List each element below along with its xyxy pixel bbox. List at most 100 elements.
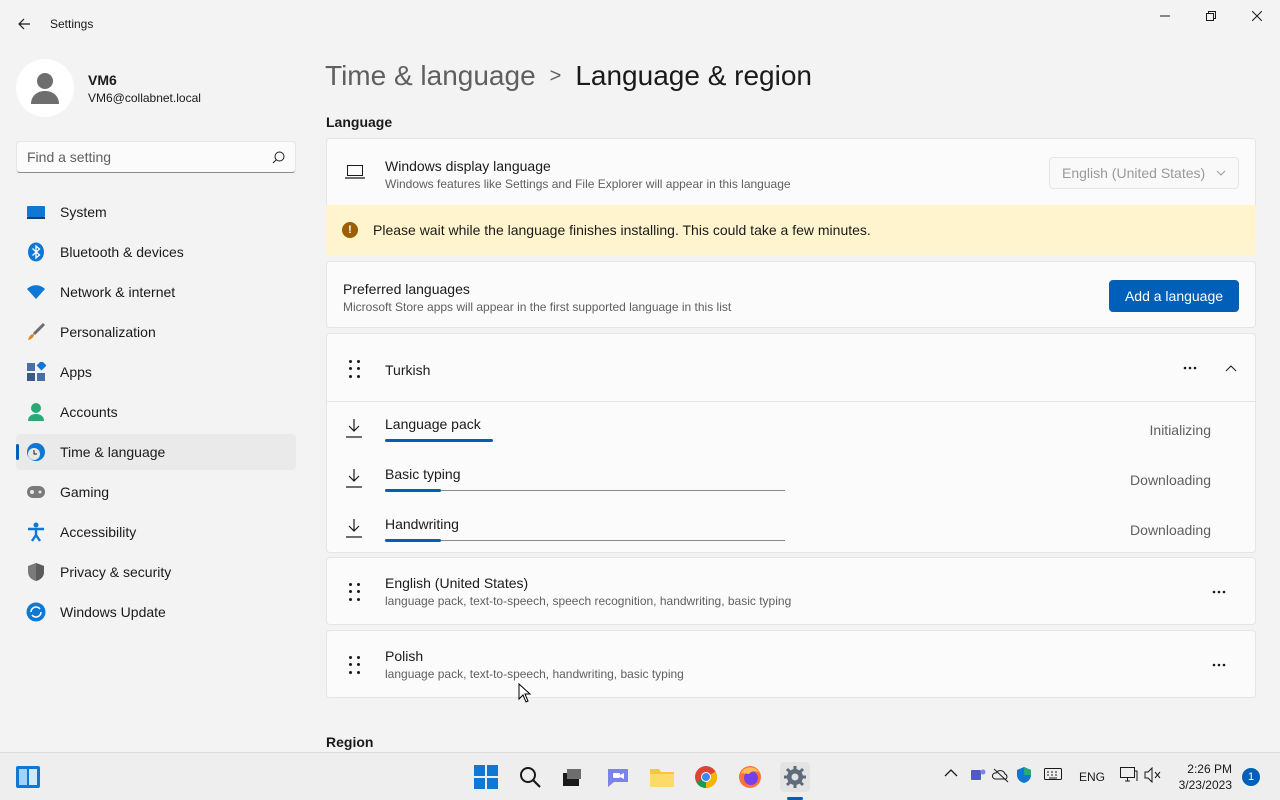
- taskbar-clock[interactable]: 2:26 PM 3/23/2023: [1179, 761, 1232, 793]
- chevron-up-icon: [944, 769, 958, 777]
- feature-row-basic-typing: Basic typing Downloading: [327, 452, 1255, 502]
- file-explorer-button[interactable]: [648, 763, 676, 791]
- section-title-language: Language: [326, 114, 393, 130]
- restore-icon: [1206, 11, 1216, 21]
- more-options-button[interactable]: [1204, 577, 1234, 607]
- chat-icon: [608, 769, 628, 787]
- search-input[interactable]: [27, 149, 272, 165]
- more-options-button[interactable]: [1175, 353, 1205, 383]
- taskbar: ENG 2:26 PM 3/23/2023 1: [0, 752, 1280, 800]
- touch-keyboard-button[interactable]: [1044, 767, 1062, 784]
- sidebar-item-label: Accounts: [60, 404, 118, 420]
- back-button[interactable]: [10, 10, 38, 38]
- sidebar-item-system[interactable]: System: [16, 194, 296, 230]
- sidebar-item-apps[interactable]: Apps: [16, 354, 296, 390]
- task-view-icon: [563, 769, 581, 786]
- accessibility-icon: [26, 522, 46, 542]
- firefox-icon: [739, 766, 761, 788]
- turkish-header[interactable]: Turkish: [327, 334, 1255, 402]
- settings-taskbar-button[interactable]: [780, 762, 810, 792]
- more-options-button[interactable]: [1204, 650, 1234, 680]
- language-features: language pack, text-to-speech, speech re…: [385, 594, 792, 608]
- feature-status: Downloading: [1130, 522, 1211, 538]
- language-card-turkish: Turkish Language pack Initializing Basic…: [326, 333, 1256, 553]
- sidebar-item-accounts[interactable]: Accounts: [16, 394, 296, 430]
- close-icon: [1252, 11, 1262, 21]
- drag-handle-icon[interactable]: [349, 656, 361, 674]
- input-language-indicator[interactable]: ENG: [1079, 770, 1105, 784]
- breadcrumb-parent[interactable]: Time & language: [325, 60, 536, 92]
- volume-muted-icon: [1144, 766, 1161, 784]
- monitor-icon: [1120, 767, 1138, 782]
- close-button[interactable]: [1234, 0, 1280, 32]
- task-view-button[interactable]: [558, 763, 586, 791]
- language-features: language pack, text-to-speech, handwriti…: [385, 667, 684, 681]
- clock-date: 3/23/2023: [1178, 778, 1232, 792]
- display-language-subtitle: Windows features like Settings and File …: [385, 177, 791, 191]
- sidebar-item-time-language[interactable]: Time & language: [16, 434, 296, 470]
- display-language-card: Windows display language Windows feature…: [326, 138, 1256, 205]
- back-arrow-icon: [18, 18, 30, 30]
- clock-time: 2:26 PM: [1187, 762, 1232, 776]
- display-language-value: English (United States): [1062, 165, 1206, 181]
- display-language-title: Windows display language: [385, 158, 551, 174]
- preferred-languages-title: Preferred languages: [343, 281, 470, 297]
- preferred-languages-subtitle: Microsoft Store apps will appear in the …: [343, 300, 732, 314]
- firefox-button[interactable]: [736, 763, 764, 791]
- tray-overflow-button[interactable]: [944, 767, 958, 781]
- volume-tray-button[interactable]: [1144, 766, 1162, 786]
- onedrive-offline-icon: [991, 768, 1009, 783]
- search-icon: [272, 151, 285, 163]
- user-avatar-icon: [31, 73, 59, 104]
- warning-icon: !: [342, 222, 358, 238]
- notification-badge[interactable]: 1: [1242, 768, 1260, 786]
- search-box[interactable]: [16, 141, 296, 173]
- sidebar-item-network[interactable]: Network & internet: [16, 274, 296, 310]
- feature-status: Downloading: [1130, 472, 1211, 488]
- sidebar-item-bluetooth[interactable]: Bluetooth & devices: [16, 234, 296, 270]
- more-icon: [1183, 366, 1197, 370]
- profile-email: VM6@collabnet.local: [88, 90, 201, 105]
- onedrive-tray-button[interactable]: [991, 767, 1010, 786]
- file-explorer-icon: [650, 769, 674, 787]
- display-language-dropdown[interactable]: English (United States): [1049, 157, 1239, 189]
- start-button[interactable]: [472, 763, 500, 791]
- user-profile[interactable]: VM6 VM6@collabnet.local: [16, 58, 201, 118]
- page-title: Language & region: [575, 60, 812, 91]
- security-tray-button[interactable]: [1016, 767, 1032, 786]
- language-card-polish: Polish language pack, text-to-speech, ha…: [326, 630, 1256, 698]
- sidebar-item-accessibility[interactable]: Accessibility: [16, 514, 296, 550]
- sidebar-item-label: System: [60, 204, 107, 220]
- drag-handle-icon[interactable]: [349, 360, 361, 378]
- collapse-button[interactable]: [1216, 353, 1246, 383]
- drag-handle-icon[interactable]: [349, 583, 361, 601]
- settings-icon: [784, 766, 806, 788]
- feature-name: Language pack: [385, 416, 481, 432]
- chevron-down-icon: [1216, 170, 1226, 176]
- progress-fill: [385, 489, 441, 492]
- sidebar-item-windows-update[interactable]: Windows Update: [16, 594, 296, 630]
- teams-tray-button[interactable]: [970, 767, 986, 786]
- chrome-button[interactable]: [692, 763, 720, 791]
- start-icon: [474, 765, 498, 789]
- sidebar-item-label: Accessibility: [60, 524, 137, 540]
- display-tray-button[interactable]: [1120, 767, 1138, 786]
- keyboard-icon: [1044, 768, 1062, 780]
- sidebar-item-personalization[interactable]: Personalization: [16, 314, 296, 350]
- shield-icon: [26, 562, 46, 582]
- language-name: Turkish: [385, 362, 431, 378]
- preferred-languages-card: Preferred languages Microsoft Store apps…: [326, 261, 1256, 328]
- maximize-button[interactable]: [1188, 0, 1234, 32]
- add-language-button[interactable]: Add a language: [1109, 280, 1239, 312]
- minimize-button[interactable]: [1142, 0, 1188, 32]
- sidebar-item-privacy[interactable]: Privacy & security: [16, 554, 296, 590]
- profile-name: VM6: [88, 71, 117, 88]
- widgets-button[interactable]: [14, 763, 42, 791]
- section-title-region: Region: [326, 734, 374, 750]
- taskbar-search-button[interactable]: [516, 763, 544, 791]
- sidebar-item-label: Personalization: [60, 324, 156, 340]
- accounts-icon: [26, 402, 46, 422]
- sidebar-item-gaming[interactable]: Gaming: [16, 474, 296, 510]
- sidebar-item-label: Windows Update: [60, 604, 166, 620]
- chat-button[interactable]: [604, 763, 632, 791]
